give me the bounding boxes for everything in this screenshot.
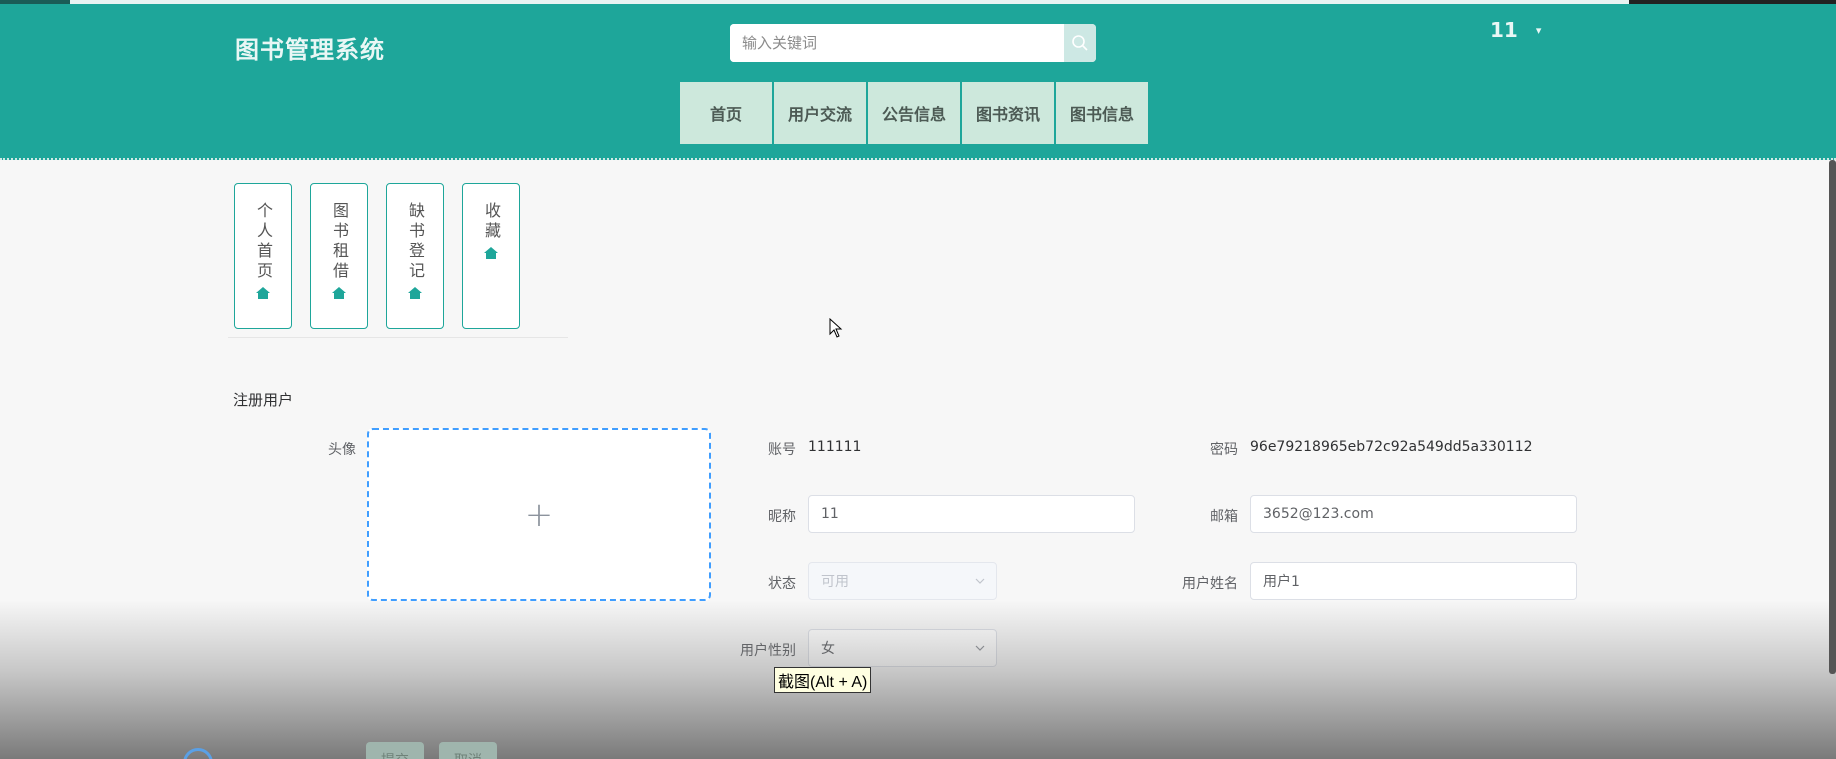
search-icon bbox=[1072, 35, 1088, 51]
search-button[interactable] bbox=[1064, 24, 1096, 62]
vertical-scrollbar[interactable] bbox=[1829, 160, 1836, 674]
nav-item-books[interactable]: 图书信息 bbox=[1056, 82, 1148, 144]
submit-button[interactable]: 提交 bbox=[366, 742, 424, 759]
user-sidebar: 个人首页 图书租借 缺书登记 收藏 bbox=[234, 183, 538, 329]
password-label: 密码 bbox=[1210, 442, 1238, 458]
sidebar-item-favorites[interactable]: 收藏 bbox=[462, 183, 520, 329]
search-input[interactable] bbox=[730, 24, 1064, 62]
form-actions: 提交 取消 bbox=[366, 742, 512, 759]
account-label: 账号 bbox=[768, 442, 796, 458]
user-menu[interactable]: 11 ▾ bbox=[1490, 18, 1541, 42]
realname-value: 用户1 bbox=[1263, 574, 1300, 590]
gender-select[interactable]: 女 bbox=[808, 629, 997, 667]
search-box bbox=[730, 24, 1096, 62]
account-value: 111111 bbox=[808, 439, 862, 455]
status-value: 可用 bbox=[821, 574, 849, 590]
email-input[interactable]: 3652@123.com bbox=[1250, 495, 1577, 533]
status-label: 状态 bbox=[768, 576, 796, 592]
mouse-cursor-icon bbox=[829, 318, 843, 338]
screenshot-tooltip: 截图(Alt + A) bbox=[774, 667, 872, 693]
nav-item-news[interactable]: 图书资讯 bbox=[962, 82, 1054, 144]
chevron-down-icon bbox=[975, 578, 985, 584]
form-title: 注册用户 bbox=[233, 391, 294, 409]
sidebar-item-label: 缺书登记 bbox=[406, 202, 425, 282]
loading-circle-icon bbox=[183, 748, 213, 759]
sidebar-item-missing-books[interactable]: 缺书登记 bbox=[386, 183, 444, 329]
main-nav: 首页 用户交流 公告信息 图书资讯 图书信息 bbox=[680, 82, 1150, 144]
email-label: 邮箱 bbox=[1210, 509, 1238, 525]
caret-down-icon: ▾ bbox=[1535, 23, 1542, 37]
home-icon bbox=[256, 287, 270, 299]
nickname-label: 昵称 bbox=[768, 509, 796, 525]
avatar-uploader[interactable]: + bbox=[367, 428, 711, 601]
cancel-button[interactable]: 取消 bbox=[439, 742, 497, 759]
email-value: 3652@123.com bbox=[1263, 506, 1374, 522]
bottom-shade bbox=[0, 600, 1836, 759]
sidebar-divider bbox=[228, 337, 568, 338]
gender-value: 女 bbox=[821, 641, 835, 657]
sidebar-item-label: 图书租借 bbox=[330, 202, 349, 282]
sidebar-item-borrow[interactable]: 图书租借 bbox=[310, 183, 368, 329]
plus-icon: + bbox=[524, 494, 554, 535]
sidebar-item-label: 收藏 bbox=[482, 202, 501, 242]
home-icon bbox=[408, 287, 422, 299]
realname-input[interactable]: 用户1 bbox=[1250, 562, 1577, 600]
sidebar-item-label: 个人首页 bbox=[254, 202, 273, 282]
home-icon bbox=[332, 287, 346, 299]
sidebar-item-profile[interactable]: 个人首页 bbox=[234, 183, 292, 329]
avatar-label: 头像 bbox=[328, 442, 356, 458]
username: 11 bbox=[1490, 18, 1518, 42]
nickname-input[interactable]: 11 bbox=[808, 495, 1135, 533]
password-value: 96e79218965eb72c92a549dd5a330112 bbox=[1250, 439, 1533, 455]
site-logo[interactable]: 图书管理系统 bbox=[235, 30, 385, 65]
gender-label: 用户性别 bbox=[740, 643, 796, 659]
nickname-value: 11 bbox=[821, 506, 839, 522]
realname-label: 用户姓名 bbox=[1182, 576, 1238, 592]
home-icon bbox=[484, 247, 498, 259]
status-select: 可用 bbox=[808, 562, 997, 600]
chevron-down-icon bbox=[975, 645, 985, 651]
nav-item-forum[interactable]: 用户交流 bbox=[774, 82, 866, 144]
nav-item-home[interactable]: 首页 bbox=[680, 82, 772, 144]
nav-item-notice[interactable]: 公告信息 bbox=[868, 82, 960, 144]
header: 图书管理系统 11 ▾ 首页 用户交流 公告信息 图书资讯 图书信息 bbox=[0, 4, 1836, 160]
